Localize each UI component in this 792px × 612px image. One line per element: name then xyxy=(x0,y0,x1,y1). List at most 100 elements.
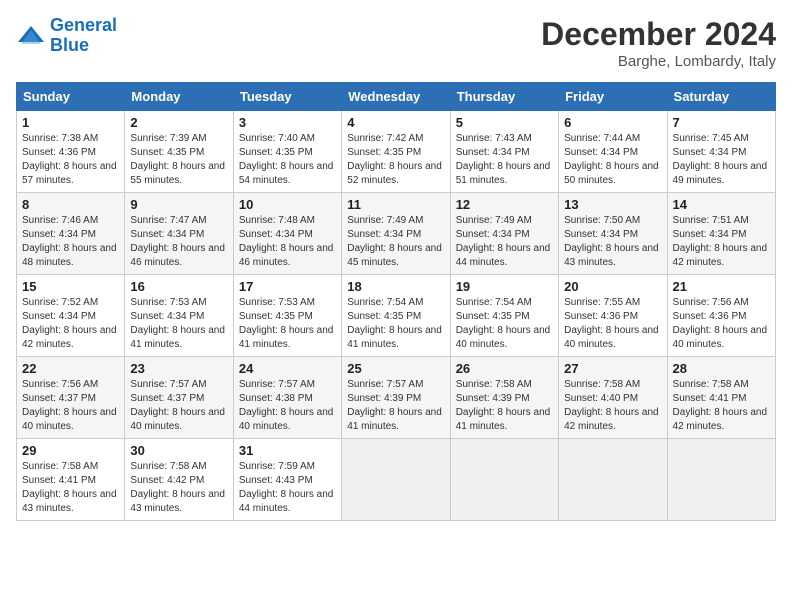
day-info: Sunrise: 7:57 AMSunset: 4:37 PMDaylight:… xyxy=(130,378,227,434)
day-info: Sunrise: 7:53 AMSunset: 4:34 PMDaylight:… xyxy=(130,296,227,352)
header-wednesday: Wednesday xyxy=(342,83,450,111)
day-info: Sunrise: 7:49 AMSunset: 4:34 PMDaylight:… xyxy=(347,214,444,270)
calendar-table: SundayMondayTuesdayWednesdayThursdayFrid… xyxy=(16,82,776,521)
day-number: 8 xyxy=(22,197,119,212)
day-cell-26: 26 Sunrise: 7:58 AMSunset: 4:39 PMDayligh… xyxy=(450,357,558,439)
day-cell-25: 25Sunrise: 7:57 AMSunset: 4:39 PMDayligh… xyxy=(342,357,450,439)
day-info: Sunrise: 7:47 AMSunset: 4:34 PMDaylight:… xyxy=(130,214,227,270)
page-header: General Blue December 2024 Barghe, Lomba… xyxy=(16,16,776,70)
day-cell-10: 10 Sunrise: 7:48 AMSunset: 4:34 PMDayligh… xyxy=(233,193,341,275)
day-cell-21: 21 Sunrise: 7:56 AMSunset: 4:36 PMDayligh… xyxy=(667,275,775,357)
day-cell-29: 29 Sunrise: 7:58 AMSunset: 4:41 PMDayligh… xyxy=(17,439,125,521)
day-cell-18: 18 Sunrise: 7:54 AMSunset: 4:35 PMDayligh… xyxy=(342,275,450,357)
day-cell-4: 4 Sunrise: 7:42 AMSunset: 4:35 PMDaylight… xyxy=(342,111,450,193)
day-cell-20: 20 Sunrise: 7:55 AMSunset: 4:36 PMDayligh… xyxy=(559,275,667,357)
logo-text: General Blue xyxy=(50,16,117,56)
day-number: 4 xyxy=(347,115,444,130)
header-monday: Monday xyxy=(125,83,233,111)
day-cell-8: 8 Sunrise: 7:46 AMSunset: 4:34 PMDaylight… xyxy=(17,193,125,275)
day-info: Sunrise: 7:57 AMSunset: 4:39 PMDaylight:… xyxy=(347,378,444,434)
week-row-1: 1Sunrise: 7:38 AMSunset: 4:36 PMDaylight… xyxy=(17,111,776,193)
day-info: Sunrise: 7:58 AMSunset: 4:42 PMDaylight:… xyxy=(130,460,227,516)
day-number: 3 xyxy=(239,115,336,130)
day-number: 21 xyxy=(673,279,770,294)
day-cell-31: 31Sunrise: 7:59 AMSunset: 4:43 PMDayligh… xyxy=(233,439,341,521)
day-cell-9: 9Sunrise: 7:47 AMSunset: 4:34 PMDaylight… xyxy=(125,193,233,275)
day-number: 18 xyxy=(347,279,444,294)
day-number: 23 xyxy=(130,361,227,376)
day-number: 26 xyxy=(456,361,553,376)
day-number: 10 xyxy=(239,197,336,212)
day-number: 19 xyxy=(456,279,553,294)
empty-cell xyxy=(559,439,667,521)
header-thursday: Thursday xyxy=(450,83,558,111)
day-number: 12 xyxy=(456,197,553,212)
day-info: Sunrise: 7:44 AMSunset: 4:34 PMDaylight:… xyxy=(564,132,661,188)
header-sunday: Sunday xyxy=(17,83,125,111)
empty-cell xyxy=(342,439,450,521)
day-cell-6: 6 Sunrise: 7:44 AMSunset: 4:34 PMDaylight… xyxy=(559,111,667,193)
day-info: Sunrise: 7:53 AMSunset: 4:35 PMDaylight:… xyxy=(239,296,336,352)
day-cell-17: 17 Sunrise: 7:53 AMSunset: 4:35 PMDayligh… xyxy=(233,275,341,357)
day-cell-30: 30Sunrise: 7:58 AMSunset: 4:42 PMDayligh… xyxy=(125,439,233,521)
day-info: Sunrise: 7:58 AMSunset: 4:39 PMDaylight:… xyxy=(456,378,553,434)
day-number: 17 xyxy=(239,279,336,294)
day-info: Sunrise: 7:45 AMSunset: 4:34 PMDaylight:… xyxy=(673,132,770,188)
day-info: Sunrise: 7:56 AMSunset: 4:36 PMDaylight:… xyxy=(673,296,770,352)
day-info: Sunrise: 7:51 AMSunset: 4:34 PMDaylight:… xyxy=(673,214,770,270)
week-row-4: 22 Sunrise: 7:56 AMSunset: 4:37 PMDayligh… xyxy=(17,357,776,439)
day-info: Sunrise: 7:58 AMSunset: 4:41 PMDaylight:… xyxy=(22,460,119,516)
logo-icon xyxy=(16,24,46,48)
day-info: Sunrise: 7:50 AMSunset: 4:34 PMDaylight:… xyxy=(564,214,661,270)
day-number: 28 xyxy=(673,361,770,376)
empty-cell xyxy=(667,439,775,521)
logo: General Blue xyxy=(16,16,117,56)
day-cell-28: 28 Sunrise: 7:58 AMSunset: 4:41 PMDayligh… xyxy=(667,357,775,439)
day-info: Sunrise: 7:54 AMSunset: 4:35 PMDaylight:… xyxy=(456,296,553,352)
day-info: Sunrise: 7:52 AMSunset: 4:34 PMDaylight:… xyxy=(22,296,119,352)
day-cell-3: 3 Sunrise: 7:40 AMSunset: 4:35 PMDaylight… xyxy=(233,111,341,193)
day-number: 1 xyxy=(22,115,119,130)
day-cell-7: 7 Sunrise: 7:45 AMSunset: 4:34 PMDaylight… xyxy=(667,111,775,193)
day-number: 22 xyxy=(22,361,119,376)
day-cell-19: 19 Sunrise: 7:54 AMSunset: 4:35 PMDayligh… xyxy=(450,275,558,357)
day-info: Sunrise: 7:56 AMSunset: 4:37 PMDaylight:… xyxy=(22,378,119,434)
empty-cell xyxy=(450,439,558,521)
day-cell-15: 15 Sunrise: 7:52 AMSunset: 4:34 PMDayligh… xyxy=(17,275,125,357)
day-info: Sunrise: 7:58 AMSunset: 4:41 PMDaylight:… xyxy=(673,378,770,434)
day-number: 20 xyxy=(564,279,661,294)
day-info: Sunrise: 7:57 AMSunset: 4:38 PMDaylight:… xyxy=(239,378,336,434)
day-info: Sunrise: 7:43 AMSunset: 4:34 PMDaylight:… xyxy=(456,132,553,188)
day-info: Sunrise: 7:55 AMSunset: 4:36 PMDaylight:… xyxy=(564,296,661,352)
day-cell-24: 24Sunrise: 7:57 AMSunset: 4:38 PMDayligh… xyxy=(233,357,341,439)
day-info: Sunrise: 7:40 AMSunset: 4:35 PMDaylight:… xyxy=(239,132,336,188)
header-row: SundayMondayTuesdayWednesdayThursdayFrid… xyxy=(17,83,776,111)
day-number: 7 xyxy=(673,115,770,130)
header-tuesday: Tuesday xyxy=(233,83,341,111)
day-number: 29 xyxy=(22,443,119,458)
week-row-2: 8 Sunrise: 7:46 AMSunset: 4:34 PMDaylight… xyxy=(17,193,776,275)
day-number: 6 xyxy=(564,115,661,130)
day-cell-13: 13Sunrise: 7:50 AMSunset: 4:34 PMDayligh… xyxy=(559,193,667,275)
day-number: 11 xyxy=(347,197,444,212)
header-saturday: Saturday xyxy=(667,83,775,111)
day-info: Sunrise: 7:49 AMSunset: 4:34 PMDaylight:… xyxy=(456,214,553,270)
day-info: Sunrise: 7:58 AMSunset: 4:40 PMDaylight:… xyxy=(564,378,661,434)
day-cell-11: 11 Sunrise: 7:49 AMSunset: 4:34 PMDayligh… xyxy=(342,193,450,275)
day-number: 27 xyxy=(564,361,661,376)
day-cell-23: 23 Sunrise: 7:57 AMSunset: 4:37 PMDayligh… xyxy=(125,357,233,439)
day-cell-2: 2Sunrise: 7:39 AMSunset: 4:35 PMDaylight… xyxy=(125,111,233,193)
day-info: Sunrise: 7:59 AMSunset: 4:43 PMDaylight:… xyxy=(239,460,336,516)
day-info: Sunrise: 7:54 AMSunset: 4:35 PMDaylight:… xyxy=(347,296,444,352)
day-info: Sunrise: 7:48 AMSunset: 4:34 PMDaylight:… xyxy=(239,214,336,270)
day-info: Sunrise: 7:46 AMSunset: 4:34 PMDaylight:… xyxy=(22,214,119,270)
day-info: Sunrise: 7:42 AMSunset: 4:35 PMDaylight:… xyxy=(347,132,444,188)
header-friday: Friday xyxy=(559,83,667,111)
day-cell-27: 27 Sunrise: 7:58 AMSunset: 4:40 PMDayligh… xyxy=(559,357,667,439)
location: Barghe, Lombardy, Italy xyxy=(541,53,776,70)
day-number: 15 xyxy=(22,279,119,294)
day-number: 5 xyxy=(456,115,553,130)
month-title: December 2024 xyxy=(541,16,776,53)
day-number: 14 xyxy=(673,197,770,212)
week-row-5: 29 Sunrise: 7:58 AMSunset: 4:41 PMDayligh… xyxy=(17,439,776,521)
